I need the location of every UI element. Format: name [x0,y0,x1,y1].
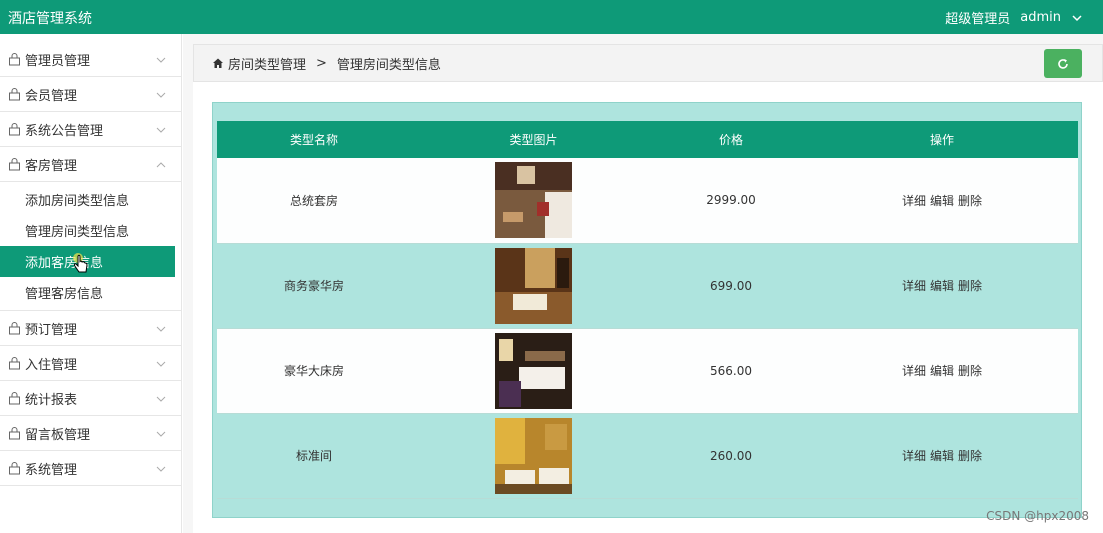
delete-link[interactable]: 删除 [958,449,982,463]
bag-icon [9,461,20,474]
edit-link[interactable]: 编辑 [930,279,954,293]
refresh-button[interactable] [1044,49,1082,78]
sidebar-item-label: 统计报表 [25,392,78,408]
chevron-down-icon [156,466,166,472]
delete-link[interactable]: 删除 [958,194,982,208]
room-type-table: 类型名称 类型图片 价格 操作 总统套房 2999.00 详细 编辑 删除 商务豪华… [217,121,1078,499]
table-row: 商务豪华房 699.00 详细 编辑 删除 [217,243,1078,328]
price: 2999.00 [656,158,806,243]
column-header: 操作 [806,121,1078,158]
chevron-up-icon [156,162,166,168]
sidebar-item-label: 会员管理 [25,88,78,104]
column-header: 类型名称 [217,121,411,158]
sidebar-item-reports[interactable]: 统计报表 [0,381,181,416]
sidebar: 管理员管理 会员管理 系统公告管理 客房管理 添加房间类型信息 管理房间类型信息… [0,34,182,533]
edit-link[interactable]: 编辑 [930,364,954,378]
sidebar-item-system[interactable]: 系统管理 [0,451,181,486]
sidebar-item-label: 预订管理 [25,322,78,338]
refresh-icon [1058,58,1068,69]
sidebar-item-members[interactable]: 会员管理 [0,77,181,112]
type-name: 商务豪华房 [217,243,411,328]
edit-link[interactable]: 编辑 [930,194,954,208]
chevron-down-icon [156,326,166,332]
price: 260.00 [656,413,806,498]
username: admin [1020,10,1061,25]
detail-link[interactable]: 详细 [902,364,926,378]
bag-icon [9,52,20,65]
chevron-down-icon [156,92,166,98]
bag-icon [9,157,20,170]
sidebar-item-label: 系统公告管理 [25,123,104,139]
user-role: 超级管理员 [945,12,1011,27]
delete-link[interactable]: 删除 [958,364,982,378]
bag-icon [9,356,20,369]
price: 566.00 [656,328,806,413]
bag-icon [9,321,20,334]
app-title: 酒店管理系统 [8,11,92,27]
type-name: 标准间 [217,413,411,498]
room-photo [495,332,572,409]
bag-icon [9,87,20,100]
sidebar-item-messages[interactable]: 留言板管理 [0,416,181,451]
rooms-submenu: 添加房间类型信息 管理房间类型信息 添加客房信息 管理客房信息 [0,182,181,311]
breadcrumb-separator: > [316,55,327,71]
sidebar-item-admin[interactable]: 管理员管理 [0,42,181,77]
chevron-down-icon [156,57,166,63]
detail-link[interactable]: 详细 [902,194,926,208]
sidebar-item-reservations[interactable]: 预订管理 [0,311,181,346]
room-photo [495,162,572,239]
column-header: 价格 [656,121,806,158]
top-bar: 酒店管理系统 超级管理员 admin [0,0,1103,34]
sidebar-item-label: 管理员管理 [25,53,91,69]
chevron-down-icon [156,127,166,133]
chevron-down-icon [156,361,166,367]
user-menu[interactable]: 超级管理员 admin [945,8,1083,27]
breadcrumb-parent[interactable]: 房间类型管理 [228,54,306,73]
bag-icon [9,391,20,404]
sidebar-item-announcements[interactable]: 系统公告管理 [0,112,181,147]
chevron-down-icon [156,431,166,437]
table-panel: 类型名称 类型图片 价格 操作 总统套房 2999.00 详细 编辑 删除 商务豪华… [212,102,1082,518]
sidebar-item-label: 留言板管理 [25,427,91,443]
sidebar-item-checkin[interactable]: 入住管理 [0,346,181,381]
detail-link[interactable]: 详细 [902,449,926,463]
chevron-down-icon [156,396,166,402]
sidebar-item-label: 客房管理 [25,158,78,174]
type-name: 豪华大床房 [217,328,411,413]
room-photo [495,247,572,324]
submenu-manage-room-type[interactable]: 管理房间类型信息 [0,215,181,246]
delete-link[interactable]: 删除 [958,279,982,293]
submenu-add-room-type[interactable]: 添加房间类型信息 [0,184,181,215]
breadcrumb: 房间类型管理 > 管理房间类型信息 [193,44,1103,82]
room-photo [495,417,572,494]
main-content: 房间类型管理 > 管理房间类型信息 类型名称 类型图片 价格 操作 总统套房 2… [183,34,1103,533]
submenu-manage-room[interactable]: 管理客房信息 [0,277,181,308]
table-row: 标准间 260.00 详细 编辑 删除 [217,413,1078,498]
type-name: 总统套房 [217,158,411,243]
watermark: CSDN @hpx2008 [986,509,1089,523]
sidebar-item-rooms[interactable]: 客房管理 [0,147,181,182]
home-icon [213,58,223,68]
hand-cursor-icon [73,253,88,273]
table-row: 总统套房 2999.00 详细 编辑 删除 [217,158,1078,243]
price: 699.00 [656,243,806,328]
sidebar-item-label: 入住管理 [25,357,78,373]
column-header: 类型图片 [411,121,656,158]
detail-link[interactable]: 详细 [902,279,926,293]
table-row: 豪华大床房 566.00 详细 编辑 删除 [217,328,1078,413]
chevron-down-icon [1072,14,1082,21]
sidebar-item-label: 系统管理 [25,462,78,478]
edit-link[interactable]: 编辑 [930,449,954,463]
breadcrumb-current: 管理房间类型信息 [336,57,441,73]
bag-icon [9,426,20,439]
bag-icon [9,122,20,135]
